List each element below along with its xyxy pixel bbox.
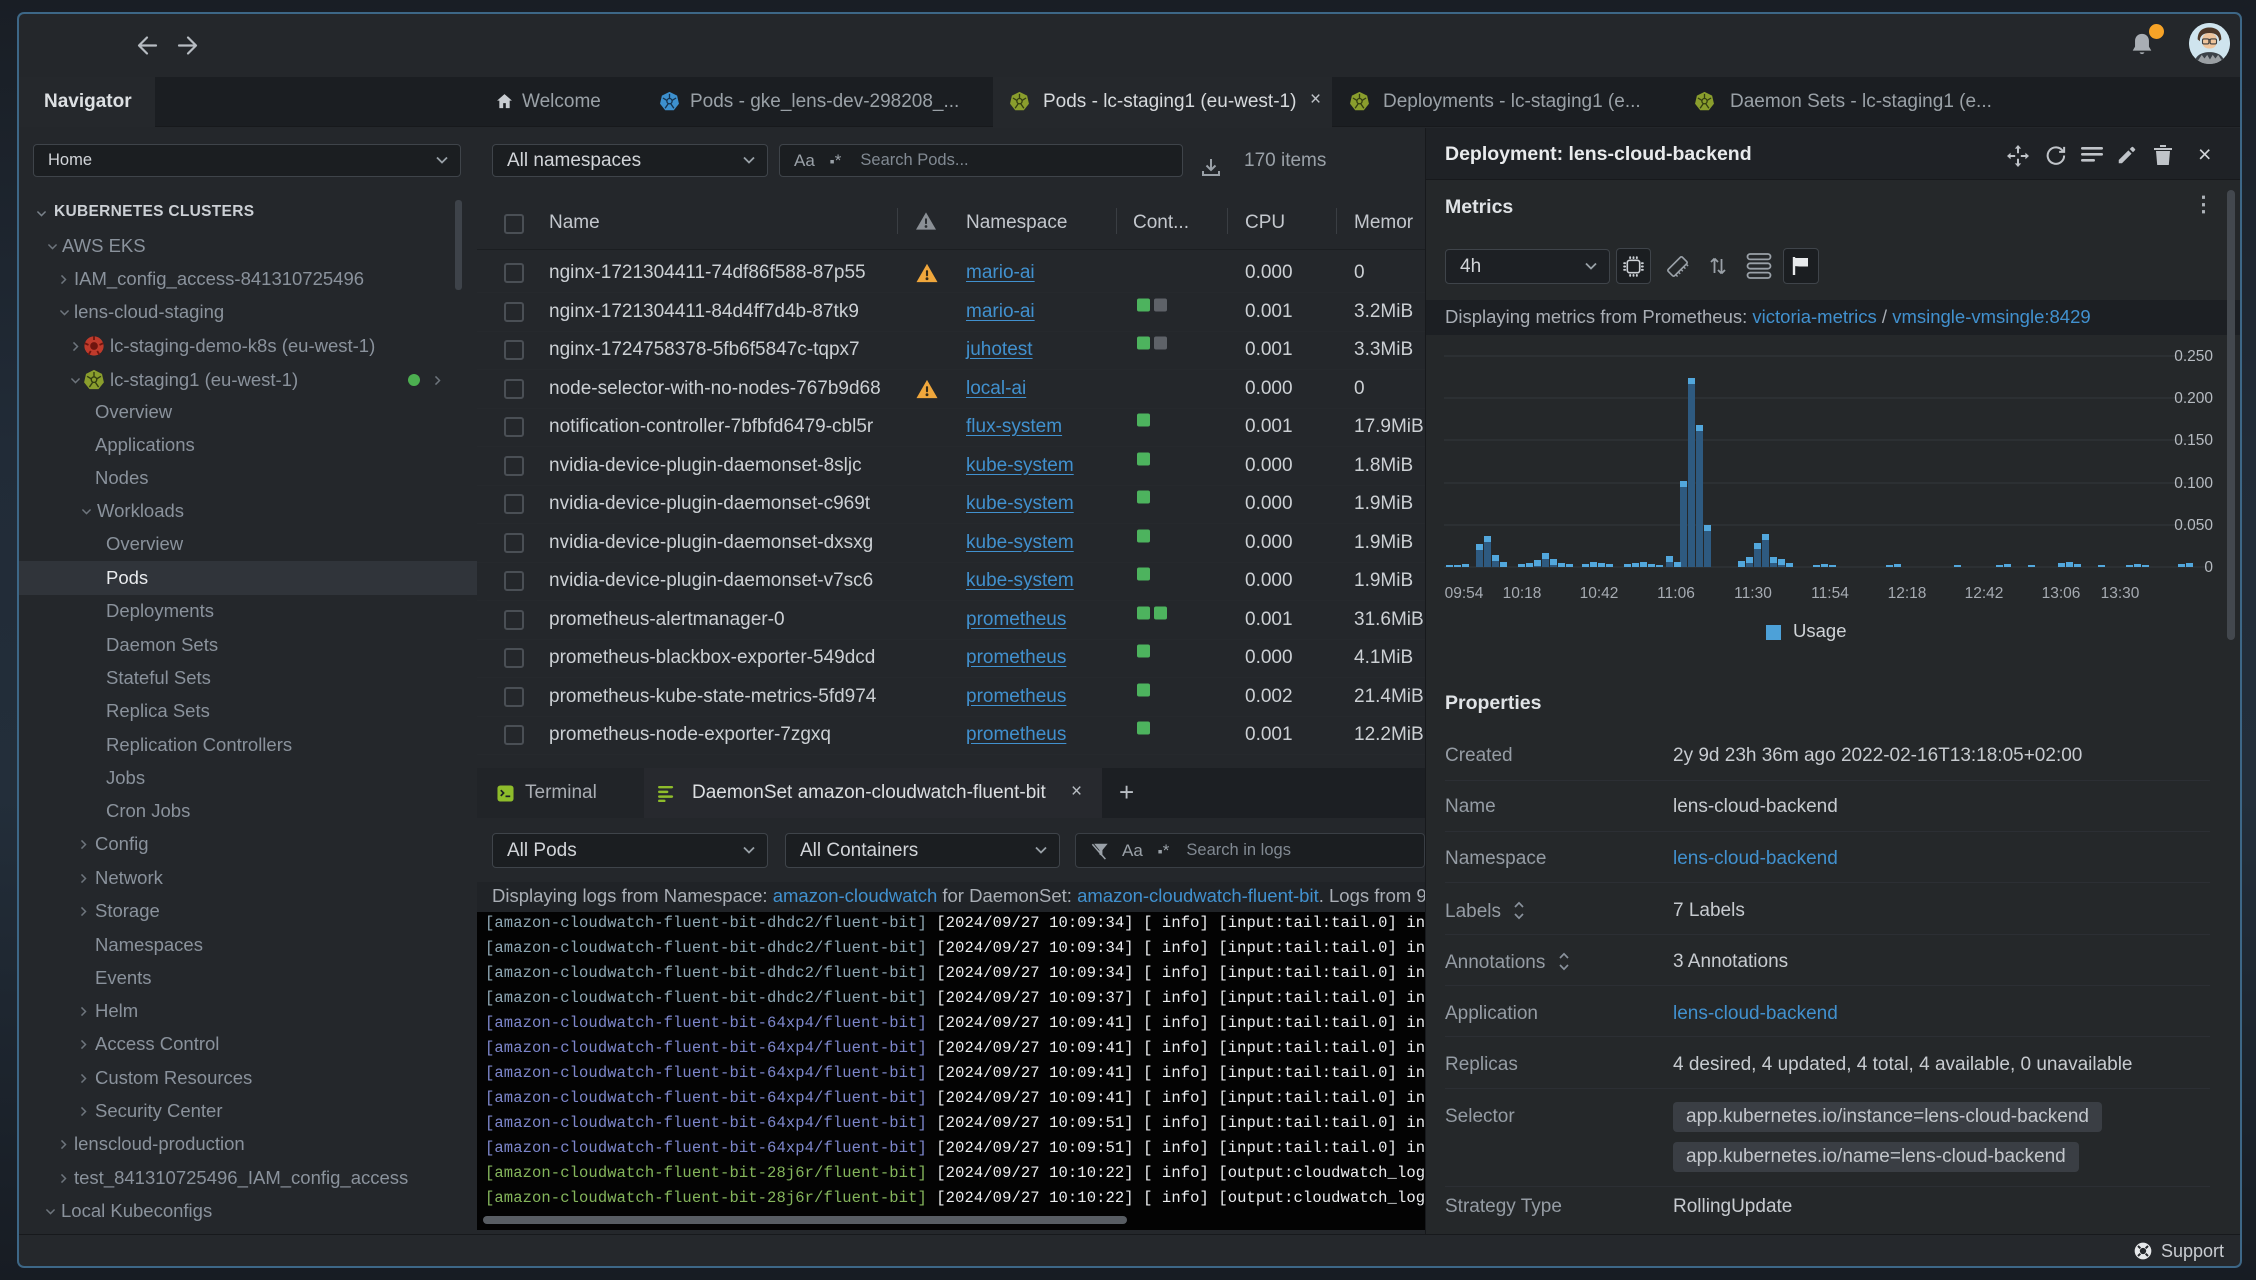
svg-text:0.250: 0.250 xyxy=(2174,348,2213,365)
svg-text:11:30: 11:30 xyxy=(1734,585,1772,602)
svg-text:0.150: 0.150 xyxy=(2174,432,2213,449)
svg-text:0.200: 0.200 xyxy=(2174,390,2213,407)
svg-text:0.050: 0.050 xyxy=(2174,517,2213,534)
svg-text:10:42: 10:42 xyxy=(1580,585,1619,602)
svg-text:09:54: 09:54 xyxy=(1445,585,1484,602)
svg-text:12:42: 12:42 xyxy=(1965,585,2004,602)
svg-text:0: 0 xyxy=(2204,559,2213,576)
svg-text:11:54: 11:54 xyxy=(1811,585,1849,602)
svg-text:12:18: 12:18 xyxy=(1888,585,1927,602)
svg-text:13:30: 13:30 xyxy=(2101,585,2140,602)
svg-text:0.100: 0.100 xyxy=(2174,475,2213,492)
svg-text:11:06: 11:06 xyxy=(1657,585,1695,602)
svg-text:10:18: 10:18 xyxy=(1503,585,1542,602)
svg-text:13:06: 13:06 xyxy=(2042,585,2081,602)
